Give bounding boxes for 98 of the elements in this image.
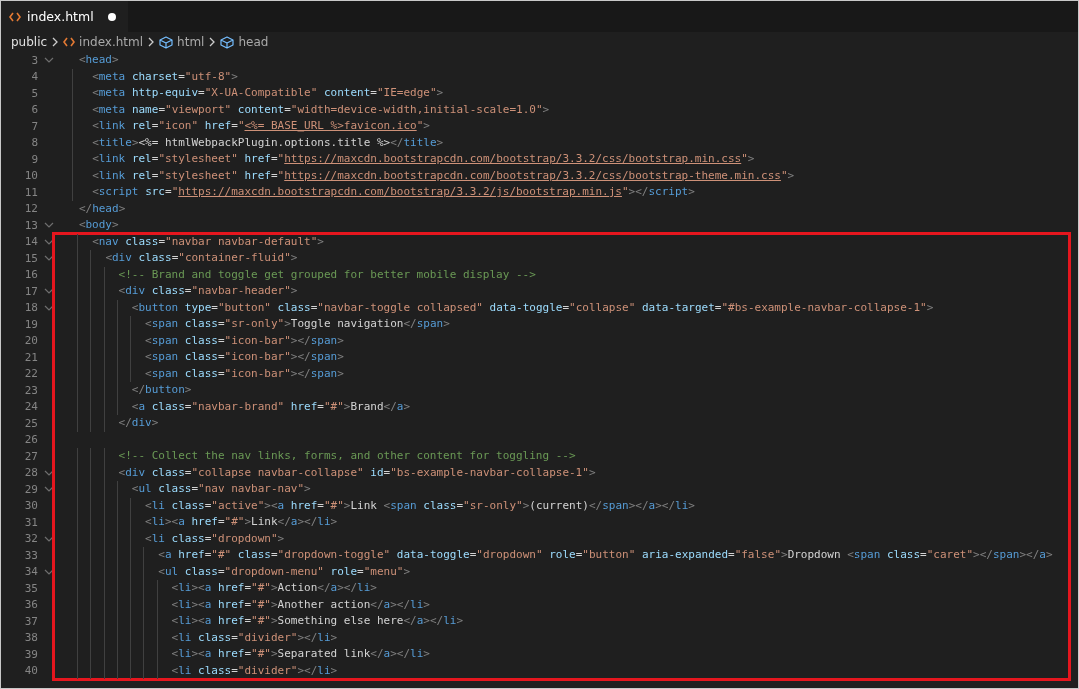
line-number: 27: [23, 449, 38, 463]
breadcrumb-item[interactable]: public: [11, 35, 48, 49]
line-number: 12: [23, 202, 38, 216]
line-number: 17: [23, 284, 38, 298]
line-number: 30: [23, 499, 38, 513]
line-number: 26: [23, 433, 38, 447]
code-line: <meta http-equiv="X-UA-Compatible" content="IE=edge">: [91, 86, 444, 99]
line-number: 35: [23, 581, 38, 595]
code-file-icon: [9, 11, 21, 22]
code-line: <link rel="stylesheet" href="https://maxcdn.bootstrapcdn.com/bootstrap/3.3.2/css/bootstrap-theme.min.css">: [91, 168, 795, 182]
code-line: <head>: [77, 53, 119, 66]
code-line: <ul class="nav navbar-nav">: [130, 482, 311, 495]
cube-icon: [220, 35, 235, 49]
line-number: 31: [23, 515, 38, 529]
line-number: 5: [30, 86, 38, 100]
line-number: 24: [23, 400, 38, 414]
code-line: <a class="navbar-brand" href="#">Brand</a>: [130, 399, 411, 413]
line-number: 18: [23, 301, 38, 315]
line-number: 6: [30, 103, 38, 117]
code-line: <span class="icon-bar"></span>: [144, 366, 344, 380]
code-line: <link rel="icon" href="<%= BASE_URL %>favicon.ico">: [91, 119, 430, 132]
line-number: 14: [23, 235, 38, 249]
line-number: 32: [23, 532, 38, 546]
fold-chevron-icon[interactable]: [43, 486, 54, 493]
line-number: 34: [23, 565, 38, 579]
line-number: 23: [23, 383, 38, 397]
code-file-icon: [63, 37, 76, 47]
breadcrumb-item[interactable]: html: [159, 35, 205, 49]
breadcrumb-item[interactable]: index.html: [63, 35, 144, 49]
code-line: <!-- Brand and toggle get grouped for better mobile display -->: [117, 267, 536, 281]
fold-chevron-icon[interactable]: [43, 255, 54, 262]
code-line: <nav class="navbar navbar-default">: [91, 234, 324, 248]
fold-chevron-icon[interactable]: [43, 288, 54, 295]
line-number: 38: [23, 631, 38, 645]
code-line: <body>: [77, 218, 119, 231]
breadcrumb-item[interactable]: head: [220, 35, 269, 49]
code-line: <script src="https://maxcdn.bootstrapcdn.com/bootstrap/3.3.2/js/bootstrap.min.js"></script>: [91, 185, 695, 198]
code-line: <ul class="dropdown-menu" role="menu">: [157, 564, 411, 578]
code-line: <a href="#" class="dropdown-toggle" data-toggle="dropdown" role="button" aria-expanded="false">Dropdown <span class="caret"></span></a>: [157, 548, 1053, 561]
unsaved-dot-icon: [107, 12, 116, 21]
code-line: <li class="dropdown">: [144, 531, 285, 545]
code-line: <li><a href="#">Separated link</a></li>: [170, 647, 430, 660]
code-line: <meta charset="utf-8">: [91, 69, 238, 83]
line-number: 37: [23, 614, 38, 628]
code-line: <span class="sr-only">Toggle navigation</span>: [144, 317, 450, 330]
code-line: </head>: [77, 201, 126, 215]
line-number: 8: [30, 136, 38, 150]
code-line: </button>: [130, 383, 192, 396]
line-number: 21: [23, 350, 38, 364]
editor-tab[interactable]: index.html: [1, 1, 128, 32]
code-line: <li class="divider"></li>: [170, 663, 338, 677]
line-number: 15: [23, 251, 38, 265]
line-number: 22: [23, 367, 38, 381]
fold-chevron-icon[interactable]: [43, 568, 54, 575]
code-line: <li><a href="#">Something else here</a></li>: [170, 614, 464, 627]
code-line: <meta name="viewport" content="width=device-width,initial-scale=1.0">: [91, 102, 550, 116]
fold-chevron-icon[interactable]: [43, 304, 54, 311]
line-number: 40: [23, 664, 38, 678]
line-number: 16: [23, 268, 38, 282]
line-number: 39: [23, 647, 38, 661]
line-number: 10: [23, 169, 38, 183]
cube-icon: [159, 35, 174, 49]
fold-chevron-icon[interactable]: [43, 57, 54, 64]
code-line: <li class="active"><a href="#">Link <span class="sr-only">(current)</span></a></li>: [144, 498, 695, 512]
code-line: <title><%= htmlWebpackPlugin.options.title %></title>: [91, 135, 444, 149]
fold-chevron-icon[interactable]: [43, 535, 54, 542]
chevron-right-icon: [209, 37, 216, 47]
line-number: 33: [23, 548, 38, 562]
line-number: 13: [23, 218, 38, 232]
code-line: </div>: [117, 416, 159, 429]
chevron-right-icon: [52, 37, 59, 47]
line-number: 25: [23, 416, 38, 430]
code-line: <li><a href="#">Link</a></li>: [144, 515, 338, 528]
line-number: 19: [23, 317, 38, 331]
code-line: <li class="divider"></li>: [170, 630, 338, 644]
line-number: 20: [23, 334, 38, 348]
line-number: 29: [23, 482, 38, 496]
fold-chevron-icon[interactable]: [43, 222, 54, 229]
line-number: 36: [23, 598, 38, 612]
line-number: 3: [30, 53, 38, 67]
line-number: 11: [23, 185, 38, 199]
code-line: <div class="collapse navbar-collapse" id="bs-example-navbar-collapse-1">: [117, 465, 596, 479]
fold-chevron-icon[interactable]: [43, 238, 54, 245]
code-line: <div class="navbar-header">: [117, 284, 298, 297]
chevron-right-icon: [148, 37, 155, 47]
line-number: 9: [30, 152, 38, 166]
code-line: <div class="container-fluid">: [104, 251, 298, 264]
line-number: 4: [30, 70, 38, 84]
code-line: <li><a href="#">Another action</a></li>: [170, 597, 430, 611]
line-number: 28: [23, 466, 38, 480]
code-line: <span class="icon-bar"></span>: [144, 350, 344, 363]
code-line: <!-- Collect the nav links, forms, and other content for toggling -->: [117, 449, 576, 462]
code-line: <link rel="stylesheet" href="https://maxcdn.bootstrapcdn.com/bootstrap/3.3.2/css/bootstrap.min.css">: [91, 152, 755, 165]
fold-chevron-icon[interactable]: [43, 469, 54, 476]
code-line: <li><a href="#">Action</a></li>: [170, 581, 377, 594]
line-number: 7: [30, 119, 38, 133]
code-line: <button type="button" class="navbar-toggle collapsed" data-toggle="collapse" data-target="#bs-example-navbar-collapse-1">: [130, 300, 934, 314]
code-line: <span class="icon-bar"></span>: [144, 333, 344, 347]
